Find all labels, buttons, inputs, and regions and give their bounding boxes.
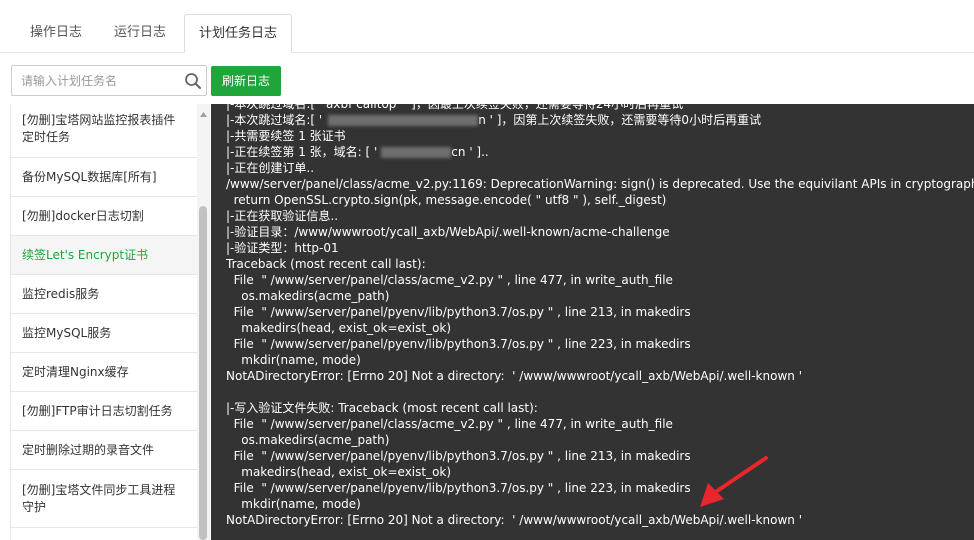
task-item[interactable]: 监控MySQL服务 [11,314,197,353]
task-search-box [11,65,207,96]
log-line: File " /www/server/panel/class/acme_v2.p… [226,417,673,431]
redacted-domain [381,147,452,158]
log-line: File " /www/server/panel/pyenv/lib/pytho… [226,305,691,319]
task-item-label: 监控redis服务 [22,286,100,301]
annotation-arrow-icon [700,456,768,507]
task-item[interactable]: [勿删]宝塔网站监控报表插件定时任务 [11,104,197,158]
log-line: Traceback (most recent call last): [226,257,426,271]
log-line: |-本次跳过域名:[ ' n ' ]，因第上次续签失败，还需要等待0小时后再重试 [226,112,761,128]
log-line: |-正在获取验证信息.. [226,209,339,223]
log-line: os.makedirs(acme_path) [226,433,390,447]
log-line: mkdir(name, mode) [226,353,361,367]
task-list: [勿删]宝塔网站监控报表插件定时任务 备份MySQL数据库[所有] [勿删]do… [10,104,198,540]
task-item[interactable]: 监控redis服务 [11,275,197,314]
task-item[interactable]: [勿删]docker日志切割 [11,197,197,236]
redacted-domain [328,115,479,126]
task-item-label: 续签Let's Encrypt证书 [22,247,149,262]
task-item-label: [勿删]FTP审计日志切割任务 [22,403,173,418]
log-line: File " /www/server/panel/pyenv/lib/pytho… [226,449,691,463]
log-line: |-验证类型：http-01 [226,241,339,255]
log-line-end: cn ' ].. [451,145,489,159]
refresh-log-button[interactable]: 刷新日志 [211,66,281,96]
log-line: File " /www/server/panel/class/acme_v2.p… [226,273,673,287]
task-search-input[interactable] [12,66,178,95]
task-item[interactable]: 定时清理Nginx缓存 [11,353,197,392]
task-item[interactable]: [勿删]宝塔文件同步工具进程守护 [11,470,197,528]
task-item-label: [勿删]docker日志切割 [22,208,144,223]
log-line: |-共需要续签 1 张证书 [226,129,346,143]
log-line: |-验证目录：/www/wwwroot/ycall_axb/WebApi/.we… [226,225,670,239]
log-line: makedirs(head, exist_ok=exist_ok) [226,465,452,479]
task-item-label: 定时删除过期的录音文件 [22,442,155,457]
log-line: os.makedirs(acme_path) [226,289,390,303]
log-line: mkdir(name, mode) [226,497,361,511]
task-item[interactable]: [勿删]FTP审计日志切割任务 [11,392,197,431]
log-line: |-正在续签第 1 张，域名: [ ' cn ' ].. [226,144,489,160]
tab-cron-task-log[interactable]: 计划任务日志 [184,14,292,53]
task-item-selected[interactable]: 续签Let's Encrypt证书 [11,236,197,275]
log-line-end: n ' ]，因第上次续签失败，还需要等待0小时后再重试 [478,113,762,127]
search-icon[interactable] [184,72,202,90]
tab-operation-log[interactable]: 操作日志 [8,14,104,52]
log-line: NotADirectoryError: [Errno 20] Not a dir… [226,513,802,527]
log-line-start: |-本次跳过域名:[ ' [226,113,323,127]
tab-run-log[interactable]: 运行日志 [96,14,184,52]
log-line: |-本次跳过域名:[ ' axbf calltop ' ]，因最上次续签失败，还… [226,104,684,111]
task-item[interactable]: 定时删除过期的录音文件 [11,431,197,470]
log-line: |-写入验证文件失败: Traceback (most recent call … [226,401,538,415]
log-line: return OpenSSL.crypto.sign(pk, message.e… [226,193,667,207]
tab-bar: 操作日志 运行日志 计划任务日志 [0,0,974,53]
task-item[interactable]: 备份MySQL数据库[所有] [11,158,197,197]
log-line: makedirs(head, exist_ok=exist_ok) [226,321,452,335]
task-item-label: 定时清理Nginx缓存 [22,364,129,379]
log-line: File " /www/server/panel/pyenv/lib/pytho… [226,481,691,495]
task-item-label: [勿删]宝塔网站监控报表插件定时任务 [22,112,176,144]
task-item-label: 备份MySQL数据库[所有] [22,169,157,184]
log-line: File " /www/server/panel/pyenv/lib/pytho… [226,337,691,351]
log-line: /www/server/panel/class/acme_v2.py:1169:… [226,177,974,191]
task-item-label: 监控MySQL服务 [22,325,112,340]
log-output-panel: |-本次跳过域名:[ ' axbf calltop ' ]，因最上次续签失败，还… [211,104,974,540]
task-item-label: [勿删]宝塔文件同步工具进程守护 [22,482,176,514]
list-scrollbar-thumb[interactable] [199,206,207,540]
log-line-start: |-正在续签第 1 张，域名: [ ' [226,145,378,159]
log-line: NotADirectoryError: [Errno 20] Not a dir… [226,369,802,383]
scroll-up-arrow-icon[interactable] [199,110,208,119]
log-line: |-正在创建订单.. [226,161,315,175]
